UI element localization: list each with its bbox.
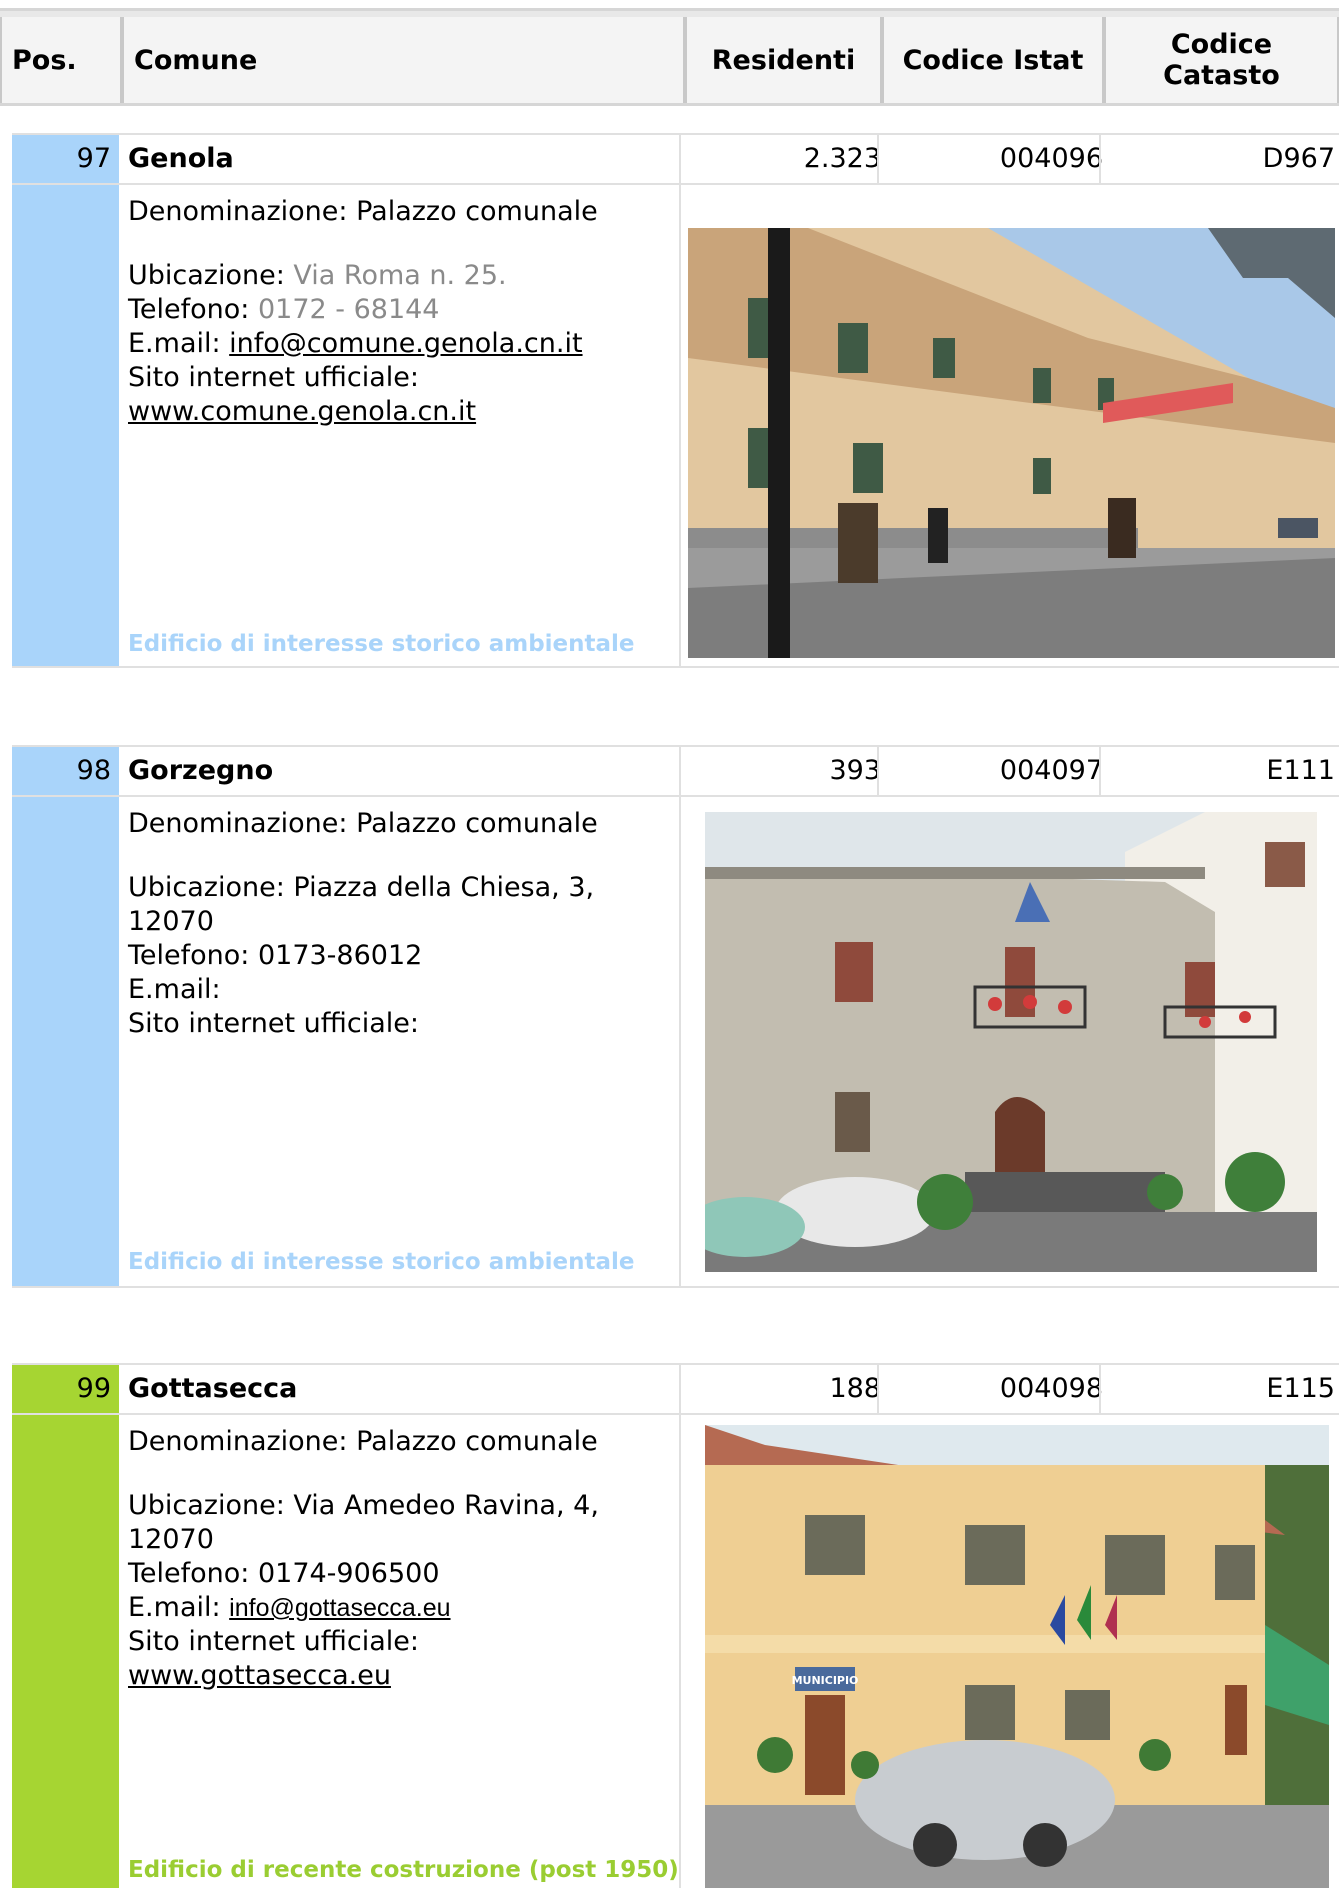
position-number: 97 [12, 135, 119, 183]
comune-entry-genola: 97 Genola 2.323 004096 D967 Denominazion… [12, 133, 1339, 668]
municipio-sign: MUNICIPIO [792, 1674, 859, 1687]
istat-value: 004098 [999, 1373, 1103, 1404]
building-category-label: Edificio di interesse storico ambientale [128, 1249, 635, 1275]
header-pos[interactable]: Pos. [0, 17, 122, 103]
website-link[interactable]: www.gottasecca.eu [128, 1659, 683, 1693]
comune-name[interactable]: Gorzegno [128, 747, 273, 795]
telefono: Telefono: 0174-906500 [128, 1558, 440, 1589]
header-codice-catasto[interactable]: Codice Catasto [1104, 17, 1339, 103]
comune-summary-row: 99 Gottasecca 188 004098 E115 [12, 1363, 1339, 1415]
comune-entry-gottasecca: 99 Gottasecca 188 004098 E115 Denominazi… [12, 1363, 1339, 1888]
comune-info: Denominazione: Palazzo comunale Ubicazio… [128, 1425, 683, 1693]
comune-summary-row: 97 Genola 2.323 004096 D967 [12, 133, 1339, 185]
comune-detail: Denominazione: Palazzo comunale Ubicazio… [12, 185, 1339, 668]
sito-label: Sito internet ufficiale: [128, 1008, 419, 1039]
ubicazione: Ubicazione: Piazza della Chiesa, 3, 1207… [128, 872, 595, 937]
comune-detail: Denominazione: Palazzo comunale Ubicazio… [12, 1415, 1339, 1888]
position-number: 98 [12, 747, 119, 795]
comune-info: Denominazione: Palazzo comunale Ubicazio… [128, 195, 683, 429]
header-codice-istat[interactable]: Codice Istat [882, 17, 1104, 103]
istat-value: 004096 [999, 143, 1103, 174]
comune-name[interactable]: Gottasecca [128, 1365, 297, 1413]
catasto-value: E111 [1266, 755, 1335, 786]
email-link[interactable]: info@comune.genola.cn.it [229, 328, 582, 359]
catasto-value: D967 [1262, 143, 1335, 174]
category-color-bar [12, 185, 119, 666]
category-color-bar [12, 797, 119, 1286]
denominazione: Denominazione: Palazzo comunale [128, 1426, 598, 1457]
comune-summary-row: 98 Gorzegno 393 004097 E111 [12, 745, 1339, 797]
ubicazione: Ubicazione: Via Roma n. 25. [128, 260, 507, 291]
catasto-value: E115 [1266, 1373, 1335, 1404]
category-color-bar [12, 1415, 119, 1888]
website-link[interactable]: www.comune.genola.cn.it [128, 395, 683, 429]
town-hall-photo [705, 812, 1317, 1272]
comune-entry-gorzegno: 98 Gorzegno 393 004097 E111 Denominazion… [12, 745, 1339, 1288]
building-category-label: Edificio di recente costruzione (post 19… [128, 1857, 679, 1883]
email: E.mail: info@comune.genola.cn.it [128, 328, 583, 359]
residenti-value: 2.323 [803, 143, 881, 174]
comune-detail: Denominazione: Palazzo comunale Ubicazio… [12, 797, 1339, 1288]
town-hall-photo: MUNICIPIO [705, 1425, 1329, 1888]
comune-name[interactable]: Genola [128, 135, 234, 183]
position-number: 99 [12, 1365, 119, 1413]
denominazione: Denominazione: Palazzo comunale [128, 196, 598, 227]
sito-label: Sito internet ufficiale: [128, 1626, 419, 1657]
email-link[interactable]: info@gottasecca.eu [229, 1594, 450, 1622]
sito-label: Sito internet ufficiale: [128, 362, 419, 393]
denominazione: Denominazione: Palazzo comunale [128, 808, 598, 839]
email: E.mail: info@gottasecca.eu [128, 1592, 451, 1623]
table-header: Pos. Comune Residenti Codice Istat Codic… [0, 8, 1339, 106]
town-hall-photo [688, 228, 1335, 658]
telefono: Telefono: 0173-86012 [128, 940, 423, 971]
istat-value: 004097 [999, 755, 1103, 786]
building-category-label: Edificio di interesse storico ambientale [128, 631, 635, 657]
header-comune[interactable]: Comune [122, 17, 685, 103]
telefono: Telefono: 0172 - 68144 [128, 294, 440, 325]
residenti-value: 393 [829, 755, 881, 786]
ubicazione: Ubicazione: Via Amedeo Ravina, 4, 12070 [128, 1490, 599, 1555]
residenti-value: 188 [829, 1373, 881, 1404]
email: E.mail: [128, 974, 221, 1005]
header-residenti[interactable]: Residenti [685, 17, 882, 103]
comune-info: Denominazione: Palazzo comunale Ubicazio… [128, 807, 683, 1041]
